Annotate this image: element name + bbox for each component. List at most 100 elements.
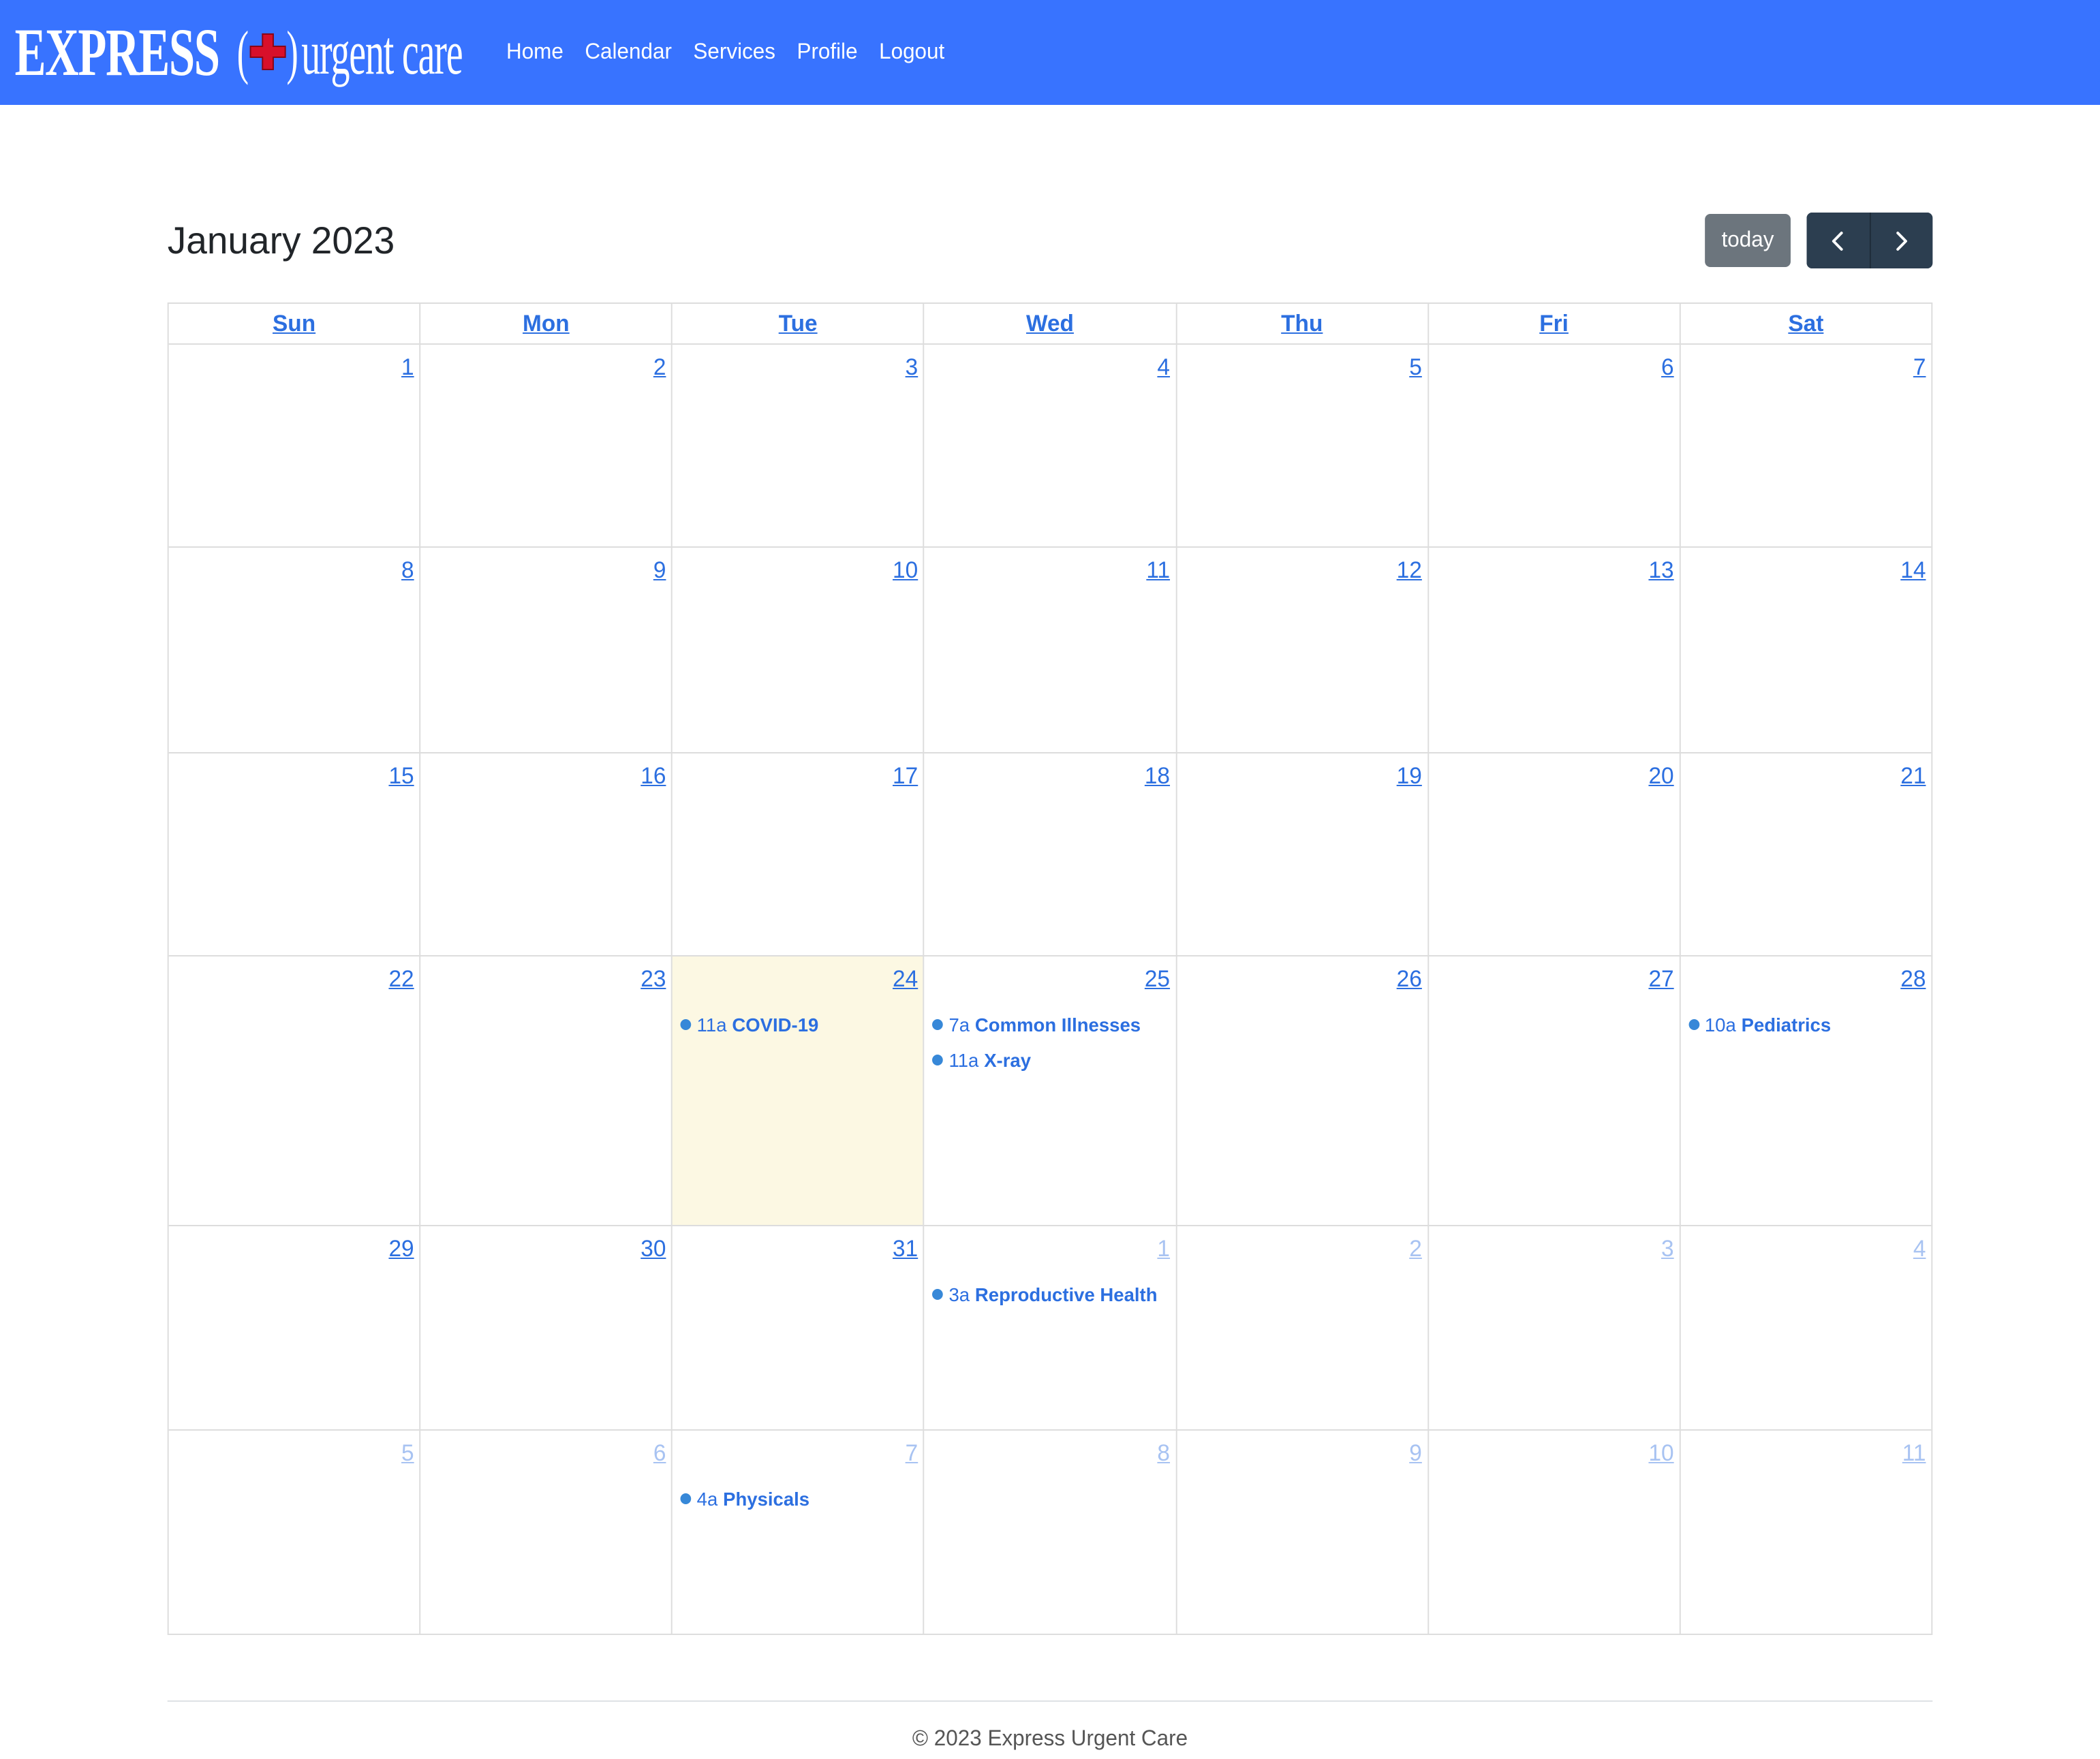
day-number-link[interactable]: 1 xyxy=(401,354,414,382)
day-number-link[interactable]: 5 xyxy=(1409,354,1422,382)
calendar-event[interactable]: 7a Common Illnesses xyxy=(932,1007,1170,1042)
today-button[interactable]: today xyxy=(1705,214,1791,267)
day-cell[interactable]: 23 xyxy=(419,956,671,1225)
day-cell[interactable]: 25 7a Common Illnesses 11a X-ray xyxy=(923,956,1175,1225)
brand-logo[interactable]: EXPRESS ( ) urgent care xyxy=(15,14,503,90)
nav-logout-link[interactable]: Logout xyxy=(879,38,944,68)
day-number-link[interactable]: 4 xyxy=(1157,354,1170,382)
nav-home-link[interactable]: Home xyxy=(506,38,563,68)
day-number-link[interactable]: 1 xyxy=(1157,1236,1170,1263)
day-cell[interactable]: 10 xyxy=(671,548,923,752)
day-cell[interactable]: 20 xyxy=(1427,753,1680,955)
day-cell[interactable]: 31 xyxy=(671,1226,923,1429)
day-number-link[interactable]: 17 xyxy=(893,763,918,790)
day-number-link[interactable]: 2 xyxy=(1409,1236,1422,1263)
nav-services-link[interactable]: Services xyxy=(693,38,775,68)
day-cell[interactable]: 21 xyxy=(1679,753,1932,955)
day-number-link[interactable]: 6 xyxy=(1661,354,1674,382)
day-number-link[interactable]: 8 xyxy=(1157,1440,1170,1467)
day-header-link[interactable]: Sun xyxy=(273,311,315,337)
day-cell[interactable]: 30 xyxy=(419,1226,671,1429)
day-number-link[interactable]: 23 xyxy=(640,966,666,993)
day-number-link[interactable]: 29 xyxy=(388,1236,414,1263)
day-number-link[interactable]: 20 xyxy=(1648,763,1673,790)
calendar-event[interactable]: 4a Physicals xyxy=(681,1481,918,1516)
day-header-link[interactable]: Wed xyxy=(1026,311,1074,337)
day-number-link[interactable]: 10 xyxy=(1648,1440,1673,1467)
day-number-link[interactable]: 14 xyxy=(1900,557,1926,585)
day-cell[interactable]: 10 xyxy=(1427,1431,1680,1634)
day-header-link[interactable]: Fri xyxy=(1539,311,1569,337)
day-cell[interactable]: 3 xyxy=(671,345,923,546)
day-number-link[interactable]: 9 xyxy=(653,557,666,585)
nav-calendar-link[interactable]: Calendar xyxy=(585,38,672,68)
day-cell[interactable]: 22 xyxy=(169,956,420,1225)
day-cell[interactable]: 13 xyxy=(1427,548,1680,752)
day-cell[interactable]: 15 xyxy=(169,753,420,955)
day-cell[interactable]: 12 xyxy=(1175,548,1427,752)
day-cell[interactable]: 6 xyxy=(1427,345,1680,546)
calendar-event[interactable]: 11a COVID-19 xyxy=(681,1007,918,1042)
day-cell[interactable]: 4 xyxy=(1679,1226,1932,1429)
day-number-link[interactable]: 19 xyxy=(1397,763,1422,790)
day-cell[interactable]: 1 3a Reproductive Health xyxy=(923,1226,1175,1429)
day-number-link[interactable]: 5 xyxy=(401,1440,414,1467)
next-month-button[interactable] xyxy=(1868,213,1933,268)
day-header-link[interactable]: Mon xyxy=(523,311,570,337)
day-number-link[interactable]: 4 xyxy=(1913,1236,1926,1263)
day-header-link[interactable]: Tue xyxy=(779,311,818,337)
prev-month-button[interactable] xyxy=(1806,213,1869,268)
day-cell[interactable]: 4 xyxy=(923,345,1175,546)
day-number-link[interactable]: 8 xyxy=(401,557,414,585)
day-cell[interactable]: 11 xyxy=(923,548,1175,752)
day-cell[interactable]: 26 xyxy=(1175,956,1427,1225)
day-number-link[interactable]: 15 xyxy=(388,763,414,790)
day-cell[interactable]: 9 xyxy=(1175,1431,1427,1634)
day-cell[interactable]: 19 xyxy=(1175,753,1427,955)
day-number-link[interactable]: 7 xyxy=(906,1440,918,1467)
day-cell[interactable]: 29 xyxy=(169,1226,420,1429)
day-number-link[interactable]: 28 xyxy=(1900,966,1926,993)
day-number-link[interactable]: 25 xyxy=(1145,966,1170,993)
day-cell[interactable]: 18 xyxy=(923,753,1175,955)
day-number-link[interactable]: 2 xyxy=(653,354,666,382)
day-number-link[interactable]: 13 xyxy=(1648,557,1673,585)
day-cell[interactable]: 9 xyxy=(419,548,671,752)
day-number-link[interactable]: 31 xyxy=(893,1236,918,1263)
day-cell[interactable]: 6 xyxy=(419,1431,671,1634)
day-cell[interactable]: 14 xyxy=(1679,548,1932,752)
day-header-link[interactable]: Sat xyxy=(1788,311,1823,337)
day-cell[interactable]: 28 10a Pediatrics xyxy=(1679,956,1932,1225)
day-cell[interactable]: 27 xyxy=(1427,956,1680,1225)
day-number-link[interactable]: 12 xyxy=(1397,557,1422,585)
day-cell[interactable]: 5 xyxy=(1175,345,1427,546)
day-cell[interactable]: 11 xyxy=(1679,1431,1932,1634)
day-number-link[interactable]: 27 xyxy=(1648,966,1673,993)
day-number-link[interactable]: 3 xyxy=(906,354,918,382)
calendar-event[interactable]: 3a Reproductive Health xyxy=(932,1277,1170,1312)
day-cell[interactable]: 5 xyxy=(169,1431,420,1634)
day-cell[interactable]: 17 xyxy=(671,753,923,955)
day-cell[interactable]: 16 xyxy=(419,753,671,955)
day-cell-today[interactable]: 24 11a COVID-19 xyxy=(671,956,924,1225)
day-number-link[interactable]: 6 xyxy=(653,1440,666,1467)
day-number-link[interactable]: 3 xyxy=(1661,1236,1674,1263)
day-number-link[interactable]: 30 xyxy=(640,1236,666,1263)
nav-profile-link[interactable]: Profile xyxy=(797,38,857,68)
day-number-link[interactable]: 22 xyxy=(388,966,414,993)
day-number-link[interactable]: 9 xyxy=(1409,1440,1422,1467)
day-cell[interactable]: 1 xyxy=(169,345,420,546)
day-number-link[interactable]: 26 xyxy=(1397,966,1422,993)
calendar-event[interactable]: 11a X-ray xyxy=(932,1042,1170,1078)
day-cell[interactable]: 8 xyxy=(923,1431,1175,1634)
day-cell[interactable]: 2 xyxy=(419,345,671,546)
day-number-link[interactable]: 10 xyxy=(893,557,918,585)
day-cell[interactable]: 7 xyxy=(1679,345,1932,546)
day-cell[interactable]: 3 xyxy=(1427,1226,1680,1429)
day-cell[interactable]: 8 xyxy=(169,548,420,752)
day-number-link[interactable]: 11 xyxy=(1902,1440,1926,1467)
day-number-link[interactable]: 7 xyxy=(1913,354,1926,382)
day-cell[interactable]: 7 4a Physicals xyxy=(671,1431,923,1634)
day-number-link[interactable]: 16 xyxy=(640,763,666,790)
day-number-link[interactable]: 24 xyxy=(893,966,918,993)
